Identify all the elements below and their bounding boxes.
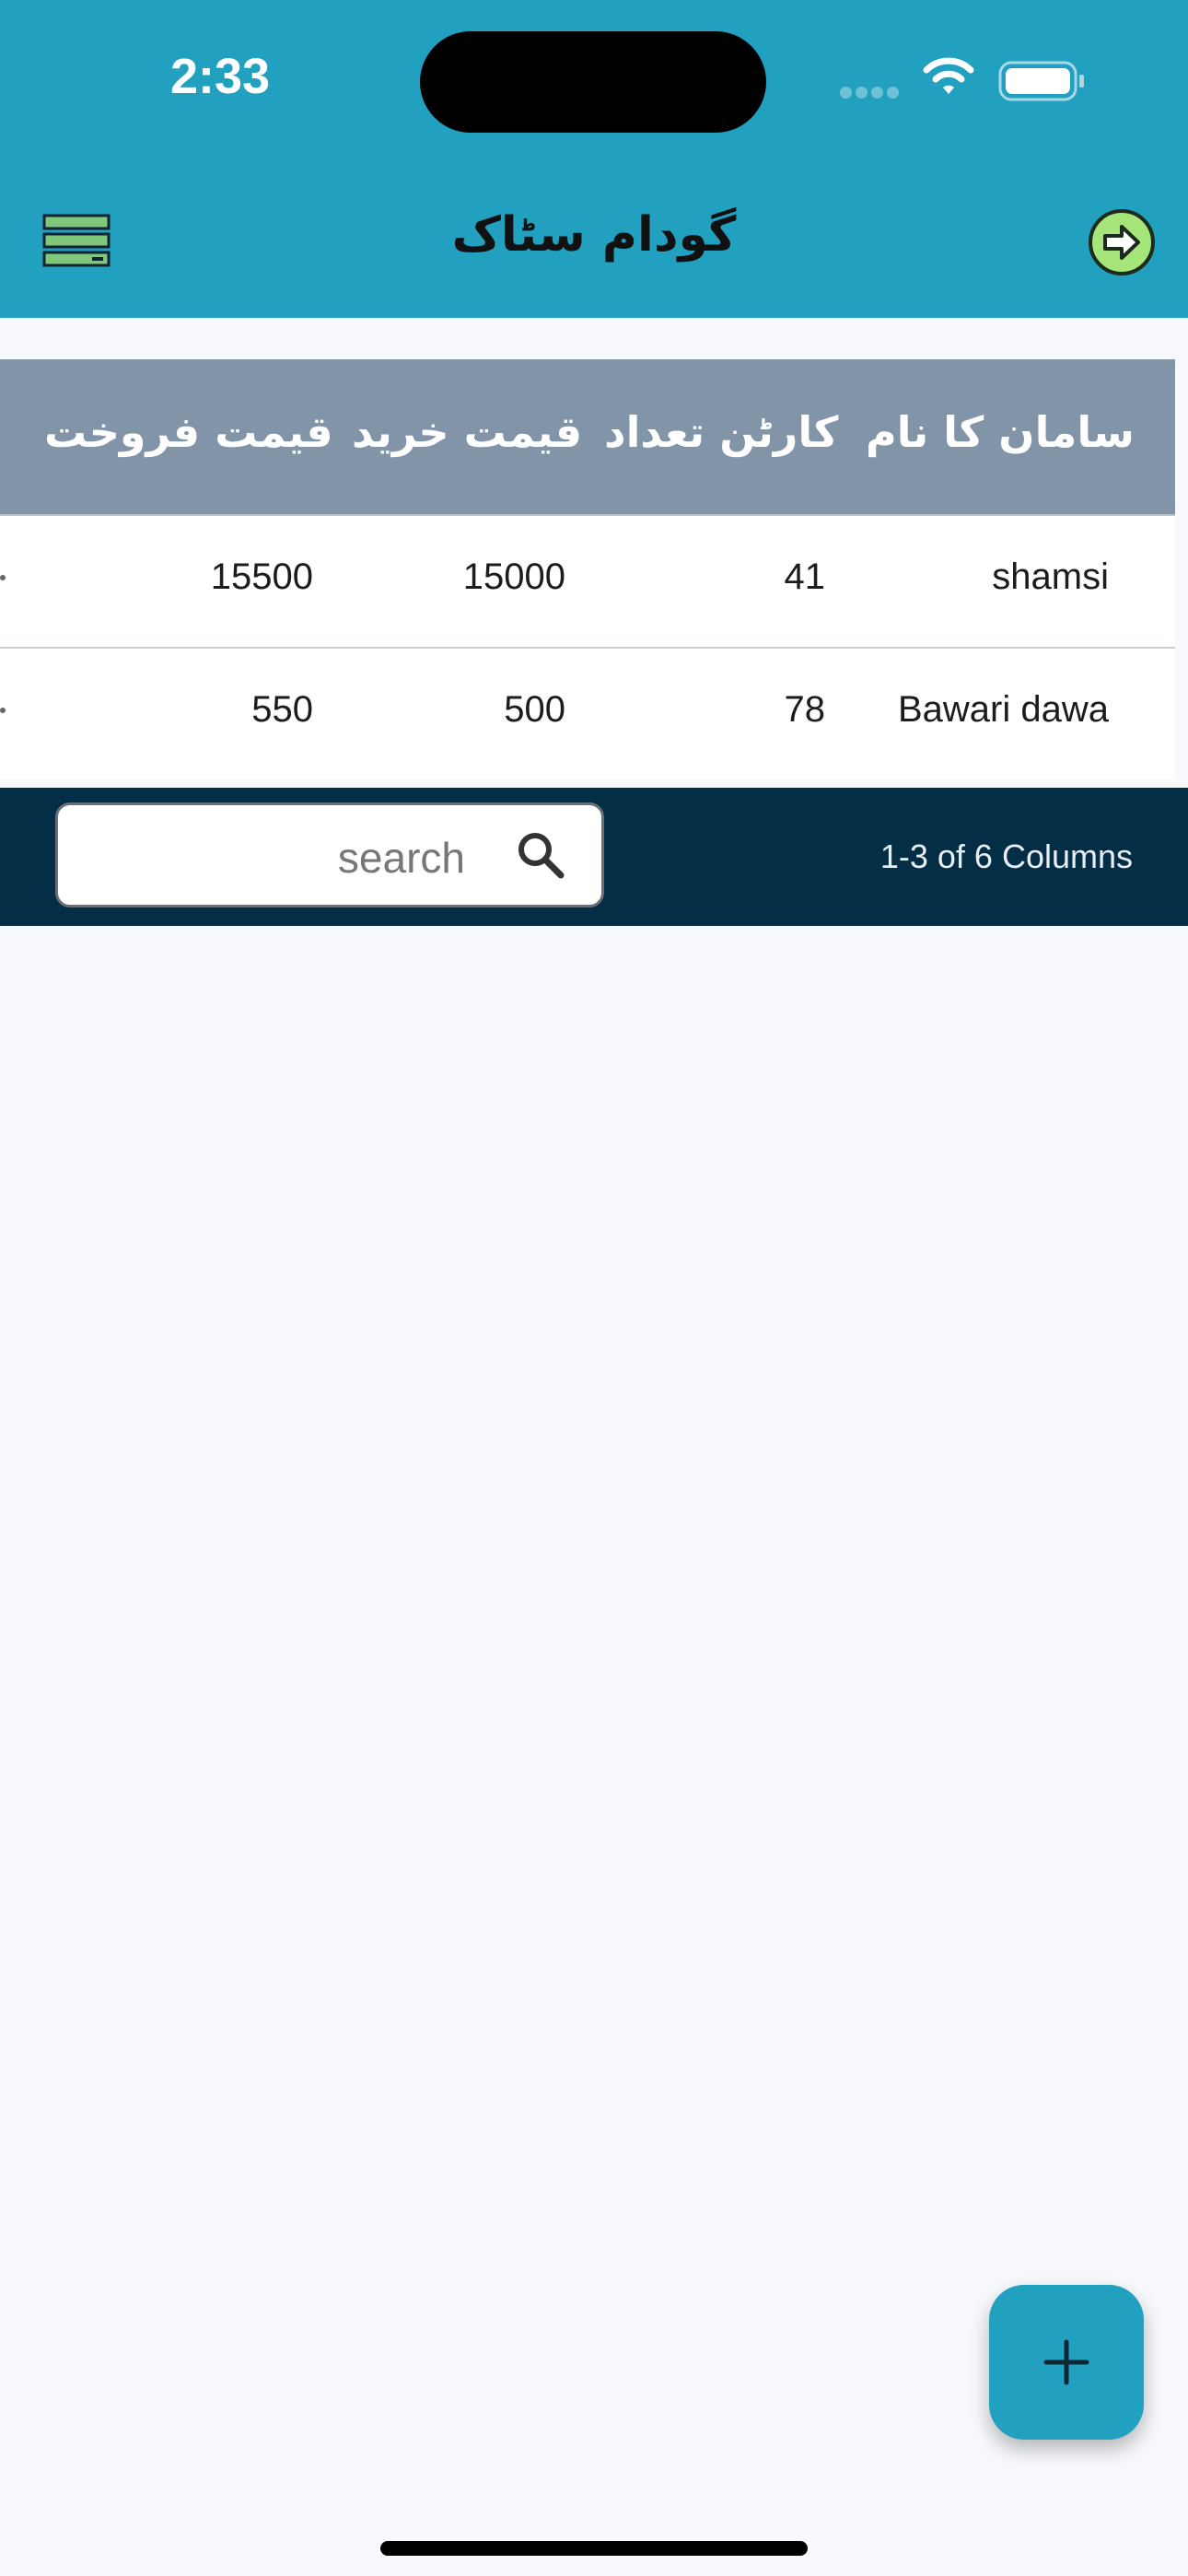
- status-time: 2:33: [170, 49, 271, 104]
- search-placeholder: search: [337, 834, 465, 882]
- column-header-buy-price[interactable]: قیمت خرید: [352, 407, 582, 457]
- cell-carton-count: 41: [784, 556, 826, 597]
- cell-item-name: shamsi: [992, 556, 1109, 597]
- column-header-item-name[interactable]: سامان کا نام: [866, 407, 1135, 457]
- cell-carton-count: 78: [784, 689, 826, 730]
- search-icon[interactable]: [513, 827, 568, 883]
- logout-button[interactable]: [1087, 207, 1157, 277]
- pagination-info: 1-3 of 6 Columns: [879, 837, 1133, 875]
- search-input[interactable]: search: [55, 802, 604, 907]
- wifi-icon: [923, 57, 974, 94]
- cell-sell-price: 550: [251, 689, 313, 730]
- table-row[interactable]: Bawari dawa 78 500 550: [0, 649, 1175, 779]
- cell-buy-price: 15000: [462, 556, 565, 597]
- logout-arrow-icon: [1089, 209, 1155, 275]
- table-header: سامان کا نام کارٹن تعداد قیمت خرید قیمت …: [0, 359, 1175, 516]
- app-header: 2:33 گودام سٹاک: [0, 0, 1188, 318]
- overflow-indicator: [0, 708, 6, 713]
- table-footer: search 1-3 of 6 Columns: [0, 788, 1188, 926]
- table-row[interactable]: shamsi 41 15000 15500: [0, 516, 1175, 649]
- column-header-carton-count[interactable]: کارٹن تعداد: [604, 407, 838, 457]
- battery-icon: [998, 61, 1084, 101]
- cell-item-name: Bawari dawa: [897, 689, 1109, 730]
- plus-icon: [1043, 2339, 1089, 2385]
- cell-buy-price: 500: [504, 689, 565, 730]
- page-title: گودام سٹاک: [451, 207, 737, 263]
- dynamic-island: [420, 31, 766, 133]
- cellular-signal-icon: [840, 85, 903, 102]
- overflow-indicator: [0, 575, 6, 580]
- add-item-button[interactable]: [989, 2285, 1144, 2440]
- status-icons: [840, 55, 1089, 101]
- home-indicator[interactable]: [380, 2541, 808, 2556]
- cell-sell-price: 15500: [210, 556, 313, 597]
- column-header-sell-price[interactable]: قیمت فروخت: [44, 407, 333, 457]
